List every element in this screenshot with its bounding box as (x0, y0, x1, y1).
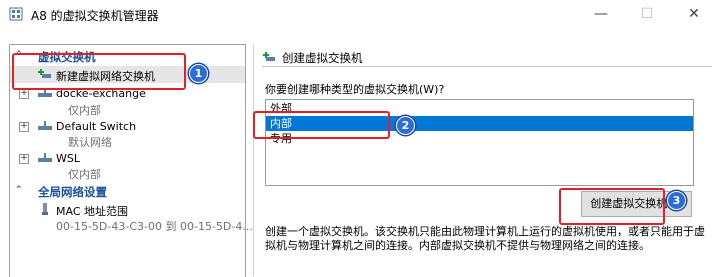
mac-address-icon (42, 203, 48, 215)
step-badge-1: 1 (189, 64, 208, 83)
switch-name: Default Switch (56, 120, 137, 133)
highlight-box-3 (559, 188, 665, 225)
window-title: A8 的虚拟交换机管理器 (31, 9, 159, 23)
switch-item-wsl[interactable]: + WSL (10, 150, 245, 167)
switch-item-default-switch[interactable]: + Default Switch (10, 118, 245, 135)
section-label: 全局网络设置 (38, 185, 107, 199)
step-badge-3: 3 (667, 191, 686, 210)
expand-toggle-icon[interactable]: + (19, 89, 29, 99)
collapse-chevron-icon[interactable]: ⌃ (15, 185, 23, 195)
switch-description: 创建一个虚拟交换机。该交换机只能由此物理计算机上运行的虚拟机使用，或者只能用于虚… (265, 225, 705, 252)
switch-type-question: 你要创建哪种类型的虚拟交换机(W)? (265, 83, 445, 96)
highlight-box-2 (253, 111, 390, 139)
switch-type-label: 仅内部 (68, 104, 101, 117)
minimize-button[interactable]: — (578, 0, 624, 30)
global-network-settings-header[interactable]: ⌃ 全局网络设置 (10, 184, 245, 200)
switch-type-label: 默认网络 (68, 136, 112, 149)
create-switch-pane: 创建虚拟交换机 你要创建哪种类型的虚拟交换机(W)? 外部 内部 专用 创建虚拟… (253, 44, 719, 276)
mac-range-value: 00-15-5D-43-C3-00 到 00-15-5D-4... (56, 220, 253, 233)
expand-toggle-icon[interactable]: + (19, 154, 29, 164)
pane-title: 创建虚拟交换机 (282, 51, 363, 65)
network-switch-icon (38, 153, 52, 162)
title-bar: A8 的虚拟交换机管理器 — ☐ ✕ (0, 0, 719, 30)
highlight-box-1 (12, 53, 186, 90)
switch-manager-icon (9, 7, 23, 21)
divider (262, 66, 712, 67)
step-badge-2: 2 (396, 116, 415, 135)
add-switch-icon (263, 52, 275, 61)
mac-address-range-item[interactable]: MAC 地址范围 (10, 201, 245, 218)
mac-label: MAC 地址范围 (56, 205, 128, 218)
switch-name: WSL (56, 152, 80, 165)
network-switch-icon (38, 121, 52, 130)
maximize-button[interactable]: ☐ (624, 0, 670, 30)
close-button[interactable]: ✕ (671, 0, 717, 30)
expand-toggle-icon[interactable]: + (19, 122, 29, 132)
switch-type-label: 仅内部 (68, 168, 101, 181)
